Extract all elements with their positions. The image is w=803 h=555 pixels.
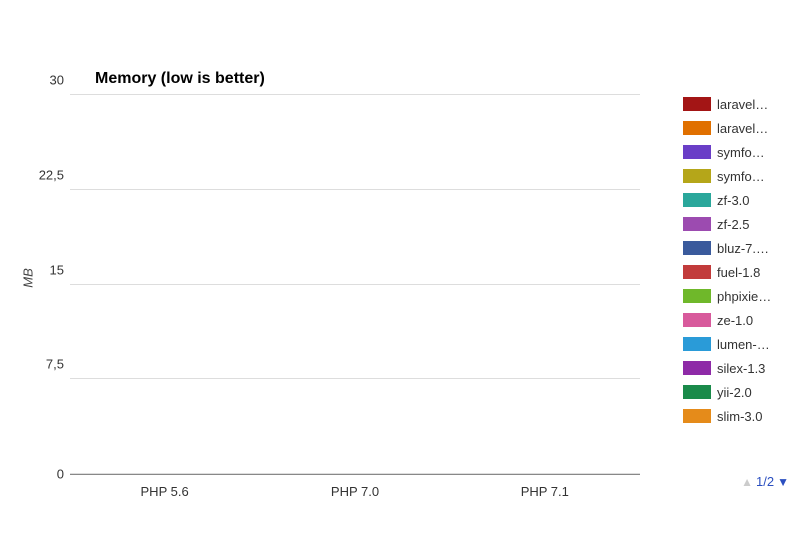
legend-label: symfo… bbox=[717, 145, 793, 160]
pager-prev-icon[interactable]: ▲ bbox=[741, 475, 753, 489]
pager-page-label: 1/2 bbox=[756, 474, 774, 489]
legend-item[interactable]: fuel-1.8 bbox=[683, 263, 793, 281]
legend-swatch bbox=[683, 385, 711, 399]
legend-swatch bbox=[683, 289, 711, 303]
legend-item[interactable]: symfo… bbox=[683, 143, 793, 161]
legend-swatch bbox=[683, 169, 711, 183]
y-tick-label: 0 bbox=[57, 467, 64, 482]
legend-item[interactable]: laravel… bbox=[683, 119, 793, 137]
legend-swatch bbox=[683, 265, 711, 279]
x-tick-label: PHP 7.0 bbox=[331, 484, 379, 499]
legend-swatch bbox=[683, 217, 711, 231]
legend-label: slim-3.0 bbox=[717, 409, 793, 424]
legend-label: laravel… bbox=[717, 97, 793, 112]
legend: laravel… laravel… symfo… symfo… zf-3.0 zf-2.5… bbox=[683, 95, 793, 431]
legend-item[interactable]: silex-1.3 bbox=[683, 359, 793, 377]
x-tick-label: PHP 7.1 bbox=[521, 484, 569, 499]
chart-title: Memory (low is better) bbox=[95, 70, 265, 88]
legend-swatch bbox=[683, 313, 711, 327]
legend-swatch bbox=[683, 121, 711, 135]
legend-item[interactable]: bluz-7.… bbox=[683, 239, 793, 257]
bars-row bbox=[70, 95, 640, 474]
legend-label: ze-1.0 bbox=[717, 313, 793, 328]
chart-container: Memory (low is better) MB 0 7,5 15 22,5 … bbox=[0, 0, 803, 555]
legend-item[interactable]: symfo… bbox=[683, 167, 793, 185]
legend-item[interactable]: yii-2.0 bbox=[683, 383, 793, 401]
legend-swatch bbox=[683, 361, 711, 375]
legend-label: yii-2.0 bbox=[717, 385, 793, 400]
y-tick-label: 7,5 bbox=[46, 357, 64, 372]
legend-pager: ▲ 1/2 ▼ bbox=[741, 474, 789, 489]
y-tick-label: 15 bbox=[50, 262, 64, 277]
legend-swatch bbox=[683, 193, 711, 207]
legend-label: symfo… bbox=[717, 169, 793, 184]
y-tick-label: 30 bbox=[50, 73, 64, 88]
legend-label: fuel-1.8 bbox=[717, 265, 793, 280]
legend-label: silex-1.3 bbox=[717, 361, 793, 376]
legend-label: laravel… bbox=[717, 121, 793, 136]
legend-item[interactable]: zf-2.5 bbox=[683, 215, 793, 233]
legend-item[interactable]: slim-3.0 bbox=[683, 407, 793, 425]
legend-swatch bbox=[683, 409, 711, 423]
legend-label: phpixie… bbox=[717, 289, 793, 304]
legend-label: lumen-… bbox=[717, 337, 793, 352]
legend-item[interactable]: zf-3.0 bbox=[683, 191, 793, 209]
legend-swatch bbox=[683, 337, 711, 351]
legend-label: zf-2.5 bbox=[717, 217, 793, 232]
legend-label: bluz-7.… bbox=[717, 241, 793, 256]
x-tick-label: PHP 5.6 bbox=[141, 484, 189, 499]
y-tick-label: 22,5 bbox=[39, 167, 64, 182]
pager-next-icon[interactable]: ▼ bbox=[777, 475, 789, 489]
legend-item[interactable]: lumen-… bbox=[683, 335, 793, 353]
legend-swatch bbox=[683, 241, 711, 255]
legend-swatch bbox=[683, 97, 711, 111]
legend-item[interactable]: phpixie… bbox=[683, 287, 793, 305]
legend-label: zf-3.0 bbox=[717, 193, 793, 208]
legend-swatch bbox=[683, 145, 711, 159]
legend-item[interactable]: laravel… bbox=[683, 95, 793, 113]
legend-item[interactable]: ze-1.0 bbox=[683, 311, 793, 329]
plot-area: 0 7,5 15 22,5 30 PHP 5.6 PHP 7.0 PHP 7.1 bbox=[70, 95, 640, 475]
y-axis-label: MB bbox=[20, 268, 35, 288]
